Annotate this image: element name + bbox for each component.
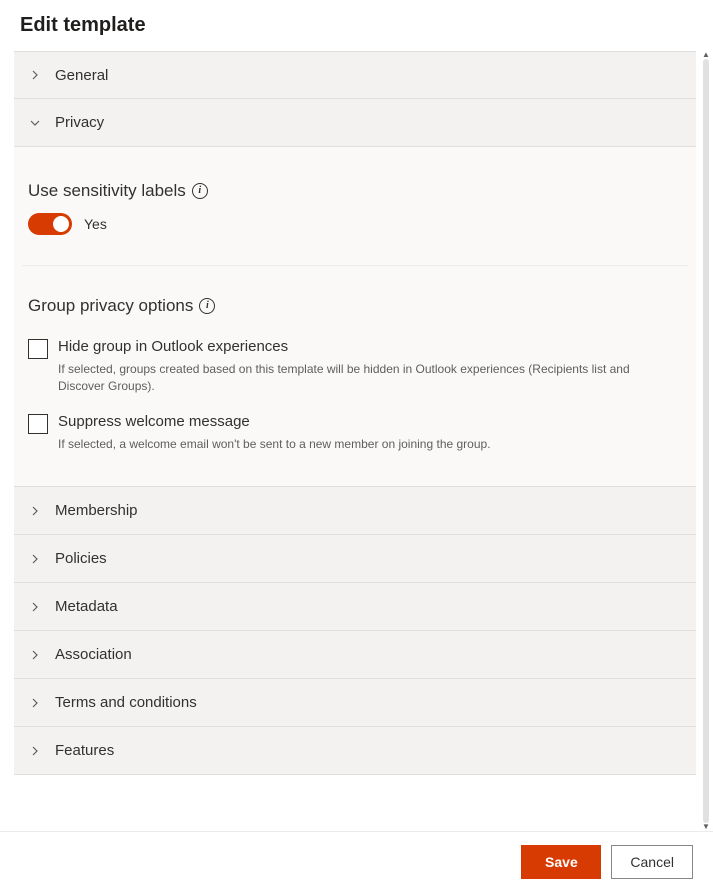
- group-privacy-title: Group privacy options i: [28, 296, 668, 316]
- chevron-right-icon: [28, 552, 42, 566]
- chevron-down-icon: [28, 116, 42, 130]
- section-header-features[interactable]: Features: [14, 727, 696, 775]
- chevron-right-icon: [28, 68, 42, 82]
- divider: [22, 265, 688, 266]
- section-label-privacy: Privacy: [55, 114, 104, 131]
- chevron-right-icon: [28, 744, 42, 758]
- section-header-privacy[interactable]: Privacy: [14, 99, 696, 147]
- chevron-right-icon: [28, 648, 42, 662]
- save-button[interactable]: Save: [521, 845, 601, 879]
- info-icon[interactable]: i: [199, 298, 215, 314]
- section-header-association[interactable]: Association: [14, 631, 696, 679]
- chevron-right-icon: [28, 696, 42, 710]
- sensitivity-toggle-state: Yes: [84, 216, 107, 232]
- section-label-metadata: Metadata: [55, 598, 118, 615]
- group-privacy-title-text: Group privacy options: [28, 296, 193, 316]
- section-header-policies[interactable]: Policies: [14, 535, 696, 583]
- hide-outlook-label: Hide group in Outlook experiences: [58, 338, 668, 355]
- section-header-general[interactable]: General: [14, 51, 696, 99]
- scrollbar-arrow-down-icon[interactable]: ▼: [701, 823, 711, 831]
- sensitivity-label-row: Use sensitivity labels i: [28, 181, 668, 201]
- scroll-area: General Privacy Use sensitivity labels i…: [0, 51, 713, 831]
- cancel-button[interactable]: Cancel: [611, 845, 693, 879]
- section-label-association: Association: [55, 646, 132, 663]
- suppress-welcome-label: Suppress welcome message: [58, 413, 668, 430]
- section-header-metadata[interactable]: Metadata: [14, 583, 696, 631]
- footer: Save Cancel: [0, 831, 713, 891]
- section-label-policies: Policies: [55, 550, 107, 567]
- section-body-privacy: Use sensitivity labels i Yes Group priva…: [14, 147, 696, 487]
- info-icon[interactable]: i: [192, 183, 208, 199]
- suppress-welcome-desc: If selected, a welcome email won't be se…: [58, 436, 668, 453]
- sensitivity-toggle-row: Yes: [28, 213, 668, 235]
- hide-outlook-row: Hide group in Outlook experiences If sel…: [28, 338, 668, 395]
- suppress-welcome-content: Suppress welcome message If selected, a …: [58, 413, 668, 453]
- sensitivity-label: Use sensitivity labels: [28, 181, 186, 201]
- section-label-membership: Membership: [55, 502, 138, 519]
- page-title: Edit template: [0, 0, 713, 51]
- scrollbar[interactable]: ▲ ▼: [701, 51, 711, 831]
- hide-outlook-checkbox[interactable]: [28, 339, 48, 359]
- section-label-general: General: [55, 67, 108, 84]
- section-label-features: Features: [55, 742, 114, 759]
- scrollbar-arrow-up-icon[interactable]: ▲: [701, 51, 711, 59]
- section-header-membership[interactable]: Membership: [14, 487, 696, 535]
- scrollbar-track[interactable]: [703, 59, 709, 823]
- section-header-terms[interactable]: Terms and conditions: [14, 679, 696, 727]
- sensitivity-toggle[interactable]: [28, 213, 72, 235]
- hide-outlook-content: Hide group in Outlook experiences If sel…: [58, 338, 668, 395]
- section-label-terms: Terms and conditions: [55, 694, 197, 711]
- chevron-right-icon: [28, 600, 42, 614]
- suppress-welcome-checkbox[interactable]: [28, 414, 48, 434]
- suppress-welcome-row: Suppress welcome message If selected, a …: [28, 413, 668, 453]
- hide-outlook-desc: If selected, groups created based on thi…: [58, 361, 668, 395]
- toggle-thumb: [53, 216, 69, 232]
- content: General Privacy Use sensitivity labels i…: [0, 51, 696, 775]
- chevron-right-icon: [28, 504, 42, 518]
